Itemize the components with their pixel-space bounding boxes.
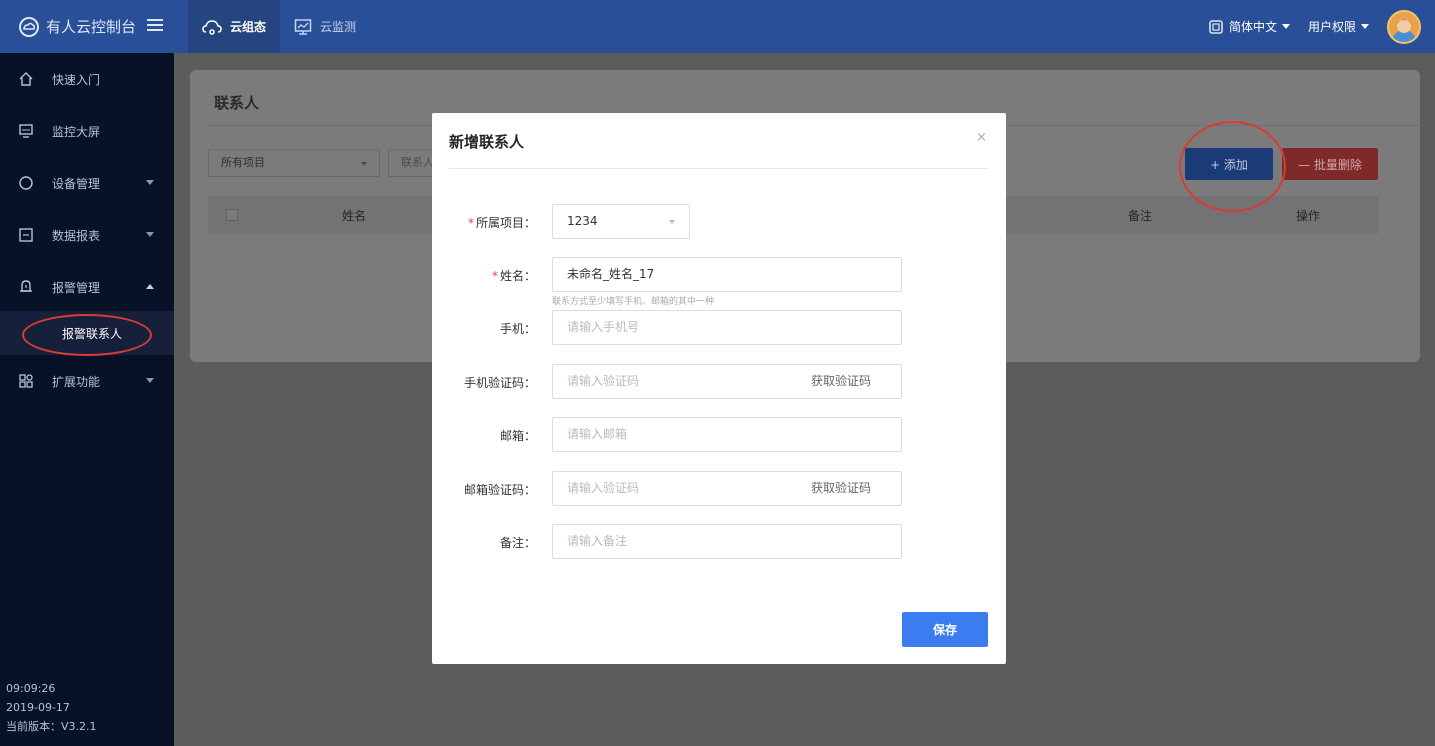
sidebar-item-label: 设备管理 bbox=[52, 176, 101, 191]
avatar[interactable] bbox=[1387, 9, 1421, 44]
sidebar-item-label: 报警管理 bbox=[52, 280, 101, 295]
batch-delete-button[interactable]: — 批量删除 bbox=[1282, 148, 1378, 180]
phone-input[interactable]: 请输入手机号 bbox=[552, 310, 902, 345]
hamburger-icon bbox=[147, 19, 163, 31]
annotation-circle-add bbox=[1179, 121, 1286, 212]
chevron-down-icon bbox=[361, 162, 367, 166]
chart-screen-icon bbox=[294, 18, 312, 35]
email-code-placeholder: 请输入验证码 bbox=[567, 481, 640, 495]
batch-delete-label: — 批量删除 bbox=[1298, 157, 1362, 172]
language-select[interactable]: 简体中文 bbox=[1209, 18, 1290, 35]
save-button[interactable]: 保存 bbox=[902, 612, 988, 647]
name-input[interactable]: 未命名_姓名_17 bbox=[552, 257, 902, 292]
clock-date: 2019-09-17 bbox=[6, 701, 70, 714]
column-header-actions: 操作 bbox=[1296, 209, 1321, 223]
email-code-label: 邮箱验证码： bbox=[463, 483, 536, 497]
chevron-down-icon bbox=[669, 220, 675, 224]
monitor-icon bbox=[19, 124, 33, 138]
device-icon bbox=[19, 176, 33, 190]
annotation-circle-sidebar bbox=[22, 314, 152, 356]
name-input-value: 未命名_姓名_17 bbox=[567, 267, 655, 281]
sidebar-item-alarm-management[interactable]: 报警管理 bbox=[0, 261, 174, 313]
chevron-down-icon bbox=[146, 232, 154, 237]
chevron-down-icon bbox=[1281, 24, 1290, 29]
clock-time: 09:09:26 bbox=[6, 682, 56, 695]
cloud-icon bbox=[202, 19, 222, 35]
remark-input-placeholder: 请输入备注 bbox=[567, 534, 628, 548]
contact-search-placeholder: 联系人 bbox=[401, 156, 434, 169]
email-input[interactable]: 请输入邮箱 bbox=[552, 417, 902, 452]
menu-toggle-button[interactable] bbox=[146, 16, 164, 37]
chevron-down-icon bbox=[1361, 24, 1369, 29]
permissions-label: 用户权限 bbox=[1307, 20, 1356, 34]
project-filter-select[interactable]: 所有项目 bbox=[208, 149, 380, 177]
remark-label: 备注： bbox=[499, 536, 536, 550]
nav-label: 云组态 bbox=[230, 20, 267, 34]
nav-cloud-monitor[interactable]: 云监测 bbox=[280, 0, 370, 53]
sidebar: 快速入门 监控大屏 设备管理 数据报表 报警管理 报警联系人 扩展功能 09:0… bbox=[0, 53, 174, 746]
chevron-up-icon bbox=[146, 284, 154, 289]
phone-code-input[interactable]: 请输入验证码 获取验证码 bbox=[552, 364, 902, 399]
project-select[interactable]: 1234 bbox=[552, 204, 690, 239]
sidebar-footer: 09:09:26 2019-09-17 当前版本：V3.2.1 bbox=[6, 679, 97, 736]
home-icon bbox=[19, 72, 33, 86]
top-bar: 有人云控制台 云组态 云监测 简体中文 用户权限 bbox=[0, 0, 1435, 53]
project-label-text: 所属项目： bbox=[475, 216, 536, 230]
sidebar-item-monitor-screen[interactable]: 监控大屏 bbox=[0, 105, 174, 157]
sidebar-item-quick-start[interactable]: 快速入门 bbox=[0, 53, 174, 105]
language-icon bbox=[1209, 19, 1223, 34]
phone-input-placeholder: 请输入手机号 bbox=[567, 320, 640, 334]
chevron-down-icon bbox=[146, 180, 154, 185]
remark-input[interactable]: 请输入备注 bbox=[552, 524, 902, 559]
report-icon bbox=[19, 228, 33, 242]
divider bbox=[449, 168, 989, 169]
add-contact-dialog: 新增联系人 × * 所属项目： 1234 * 姓名： 未命名_姓名_17 联系方式至… bbox=[432, 113, 1006, 664]
required-mark: * bbox=[467, 216, 474, 230]
sidebar-item-label: 监控大屏 bbox=[52, 124, 101, 139]
page-title: 联系人 bbox=[214, 94, 260, 112]
phone-label: 手机： bbox=[499, 322, 536, 336]
name-label: * 姓名： bbox=[432, 267, 536, 284]
sidebar-item-label: 快速入门 bbox=[52, 72, 101, 87]
phone-code-placeholder: 请输入验证码 bbox=[567, 374, 640, 388]
language-label: 简体中文 bbox=[1228, 20, 1277, 34]
nav-cloud-config[interactable]: 云组态 bbox=[188, 0, 281, 53]
email-label: 邮箱： bbox=[499, 429, 536, 443]
phone-code-label: 手机验证码： bbox=[463, 376, 536, 390]
sidebar-item-device-management[interactable]: 设备管理 bbox=[0, 157, 174, 209]
permissions-menu[interactable]: 用户权限 bbox=[1308, 18, 1369, 35]
column-header-remark: 备注 bbox=[1128, 209, 1153, 223]
sidebar-item-label: 扩展功能 bbox=[52, 374, 101, 389]
version-label: 当前版本：V3.2.1 bbox=[6, 720, 97, 733]
project-label: * 所属项目： bbox=[432, 214, 536, 231]
project-select-value: 1234 bbox=[567, 214, 598, 228]
column-header-name: 姓名 bbox=[342, 209, 367, 223]
bell-icon bbox=[20, 280, 32, 292]
cloud-logo-icon bbox=[19, 16, 39, 37]
brand-name: 有人云控制台 bbox=[46, 18, 137, 36]
sidebar-item-label: 数据报表 bbox=[52, 228, 101, 243]
chevron-down-icon bbox=[146, 378, 154, 383]
apps-icon bbox=[19, 374, 33, 388]
user-avatar-icon bbox=[1392, 18, 1416, 42]
get-phone-code-button[interactable]: 获取验证码 bbox=[811, 365, 871, 398]
sidebar-item-extensions[interactable]: 扩展功能 bbox=[0, 355, 174, 407]
name-label-text: 姓名： bbox=[499, 269, 536, 283]
required-mark: * bbox=[491, 269, 498, 283]
contact-hint: 联系方式至少填写手机、邮箱的其中一种 bbox=[552, 297, 715, 307]
email-code-input[interactable]: 请输入验证码 获取验证码 bbox=[552, 471, 902, 506]
sidebar-item-data-report[interactable]: 数据报表 bbox=[0, 209, 174, 261]
select-all-checkbox[interactable] bbox=[226, 209, 238, 221]
close-icon[interactable]: × bbox=[976, 130, 987, 145]
get-email-code-button[interactable]: 获取验证码 bbox=[811, 472, 871, 505]
top-nav: 云组态 云监测 bbox=[188, 0, 370, 53]
email-input-placeholder: 请输入邮箱 bbox=[567, 427, 628, 441]
project-filter-value: 所有项目 bbox=[221, 156, 265, 169]
nav-label: 云监测 bbox=[320, 20, 357, 34]
dialog-title: 新增联系人 bbox=[449, 133, 525, 151]
top-right: 简体中文 用户权限 bbox=[1209, 0, 1435, 53]
